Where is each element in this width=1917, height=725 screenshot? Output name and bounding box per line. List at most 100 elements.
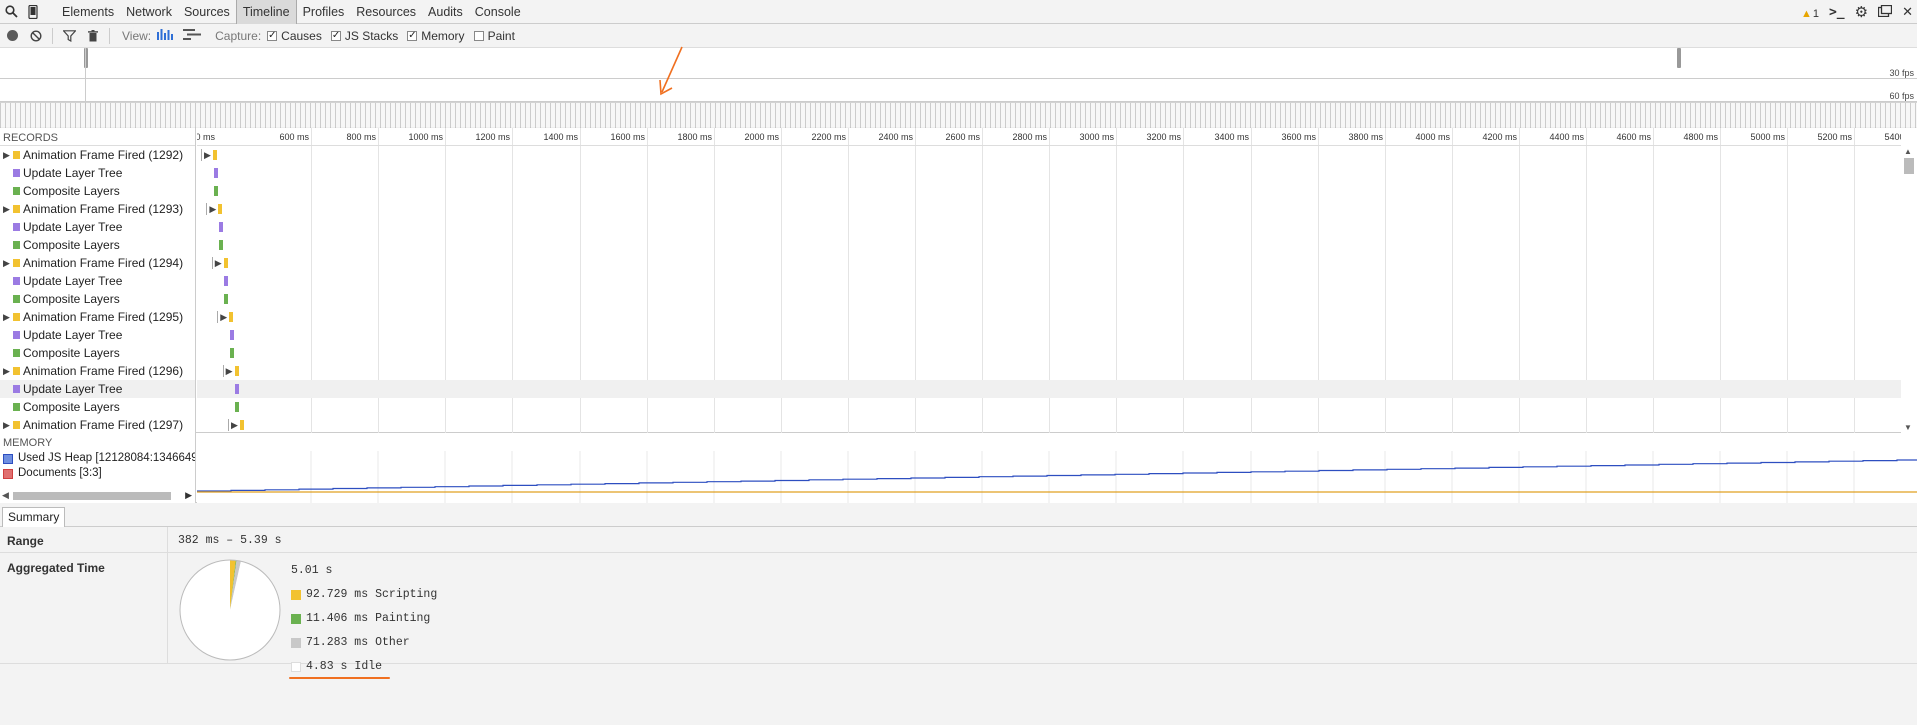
records-vertical-scrollbar[interactable]: ▲ ▼ — [1901, 146, 1917, 433]
record-row[interactable]: Update Layer Tree — [0, 164, 195, 182]
record-bar[interactable] — [223, 258, 228, 268]
capture-causes-checkbox[interactable]: ✓ Causes — [267, 29, 322, 43]
tab-network[interactable]: Network — [120, 0, 178, 24]
device-mode-icon[interactable] — [22, 0, 44, 24]
record-bar[interactable] — [229, 348, 234, 358]
clear-button[interactable] — [24, 24, 48, 48]
garbage-collect-button[interactable] — [81, 24, 105, 48]
record-bar[interactable] — [213, 168, 218, 178]
tab-resources[interactable]: Resources — [350, 0, 422, 24]
expand-triangle-icon[interactable]: ▶ — [3, 308, 10, 326]
record-row[interactable]: Update Layer Tree — [0, 380, 195, 398]
memory-graph[interactable] — [197, 451, 1917, 503]
scroll-thumb[interactable] — [1904, 158, 1914, 174]
record-row[interactable]: Composite Layers — [0, 398, 195, 416]
record-bar[interactable] — [213, 150, 217, 160]
warning-icon: ▲ — [1800, 7, 1812, 20]
tab-console[interactable]: Console — [469, 0, 527, 24]
record-bar[interactable] — [224, 294, 229, 304]
record-bar[interactable] — [234, 366, 239, 376]
record-row[interactable]: Composite Layers — [0, 182, 195, 200]
console-drawer-icon[interactable]: >_ — [1829, 5, 1845, 20]
record-bar[interactable] — [229, 330, 234, 340]
tab-sources[interactable]: Sources — [178, 0, 236, 24]
scroll-right-arrow-icon[interactable]: ▶ — [185, 490, 192, 501]
toolbar-separator — [109, 27, 110, 44]
record-bar-expand-icon[interactable]: ▶ — [222, 365, 233, 377]
expand-triangle-icon[interactable]: ▶ — [3, 146, 10, 164]
checkbox-checked-icon[interactable]: ✓ — [267, 30, 278, 41]
record-bar[interactable] — [218, 222, 223, 232]
checkbox-unchecked-icon[interactable] — [473, 30, 484, 41]
expand-triangle-icon[interactable]: ▶ — [3, 200, 10, 218]
trash-icon — [88, 29, 98, 41]
expand-triangle-icon[interactable]: ▶ — [3, 362, 10, 380]
memory-counter[interactable]: Documents [3:3] — [0, 466, 195, 481]
view-flamechart-button[interactable] — [157, 28, 174, 43]
record-bar-expand-icon[interactable]: ▶ — [228, 419, 238, 431]
tab-profiles[interactable]: Profiles — [297, 0, 351, 24]
record-icon — [6, 30, 18, 41]
record-bar[interactable] — [235, 402, 240, 412]
settings-gear-icon[interactable]: ⚙ — [1855, 3, 1868, 21]
record-row[interactable]: Update Layer Tree — [0, 326, 195, 344]
record-row[interactable]: Update Layer Tree — [0, 218, 195, 236]
record-row[interactable]: Composite Layers — [0, 344, 195, 362]
record-button[interactable] — [0, 24, 24, 48]
search-icon[interactable] — [0, 0, 22, 24]
record-row[interactable]: ▶ Animation Frame Fired (1297) — [0, 416, 195, 433]
expand-triangle-icon[interactable]: ▶ — [3, 254, 10, 272]
scroll-left-arrow-icon[interactable]: ◀ — [2, 490, 9, 501]
expand-triangle-icon[interactable]: ▶ — [3, 416, 10, 433]
record-row[interactable]: ▶ Animation Frame Fired (1296) — [0, 362, 195, 380]
range-label: Range — [7, 534, 44, 548]
record-row[interactable]: Update Layer Tree — [0, 272, 195, 290]
close-icon[interactable]: ✕ — [1902, 4, 1913, 20]
record-bar[interactable] — [224, 276, 229, 286]
warning-indicator[interactable]: ▲1 — [1801, 5, 1819, 20]
record-row[interactable]: Composite Layers — [0, 236, 195, 254]
record-category-swatch — [13, 187, 20, 195]
checkbox-checked-icon[interactable]: ✓ — [407, 30, 418, 41]
record-bar[interactable] — [213, 186, 218, 196]
record-bar-expand-icon[interactable]: ▶ — [217, 311, 227, 323]
tab-elements[interactable]: Elements — [56, 0, 120, 24]
record-category-swatch — [13, 277, 20, 285]
tab-summary[interactable]: Summary — [2, 507, 66, 527]
record-bar-expand-icon[interactable]: ▶ — [206, 203, 216, 215]
filter-button[interactable] — [57, 24, 81, 48]
tab-timeline[interactable]: Timeline — [235, 0, 297, 24]
fps-30-label: 30 fps — [1889, 68, 1914, 78]
view-waterfall-button[interactable] — [183, 28, 202, 43]
timeline-overview[interactable]: 30 fps 60 fps — [0, 48, 1917, 128]
record-bar-expand-icon[interactable]: ▶ — [211, 257, 222, 269]
record-bar-expand-icon[interactable]: ▶ — [201, 149, 211, 161]
record-row[interactable]: ▶ Animation Frame Fired (1292) — [0, 146, 195, 164]
memory-horizontal-scrollbar[interactable]: ◀ ▶ — [0, 489, 195, 503]
counter-swatch[interactable] — [3, 454, 13, 464]
record-category-swatch — [13, 385, 20, 393]
record-row[interactable]: ▶ Animation Frame Fired (1295) — [0, 308, 195, 326]
checkbox-checked-icon[interactable]: ✓ — [330, 30, 341, 41]
scroll-up-arrow-icon[interactable]: ▲ — [1904, 147, 1912, 156]
counter-swatch[interactable] — [3, 469, 13, 479]
record-bar[interactable] — [218, 240, 223, 250]
capture-js-stacks-checkbox[interactable]: ✓ JS Stacks — [330, 29, 398, 43]
tab-audits[interactable]: Audits — [422, 0, 469, 24]
record-row[interactable]: Composite Layers — [0, 290, 195, 308]
record-row[interactable]: ▶ Animation Frame Fired (1293) — [0, 200, 195, 218]
memory-counter[interactable]: Used JS Heap [12128084:1346649 — [0, 451, 195, 466]
scroll-down-arrow-icon[interactable]: ▼ — [1904, 423, 1912, 432]
scroll-thumb[interactable] — [13, 492, 171, 500]
record-bar[interactable] — [229, 312, 234, 322]
record-row[interactable]: ▶ Animation Frame Fired (1294) — [0, 254, 195, 272]
record-bar[interactable] — [235, 384, 240, 394]
capture-paint-checkbox[interactable]: Paint — [473, 29, 515, 43]
record-bar[interactable] — [240, 420, 244, 430]
records-timeline[interactable]: 0 ms 600 ms 800 ms 1000 ms 1200 ms 1400 ms 160… — [197, 128, 1901, 433]
record-bar[interactable] — [218, 204, 223, 214]
legend-category: Scripting — [375, 588, 438, 601]
capture-memory-checkbox[interactable]: ✓ Memory — [407, 29, 465, 43]
dock-icon[interactable] — [1877, 4, 1893, 20]
legend-swatch — [291, 661, 301, 672]
